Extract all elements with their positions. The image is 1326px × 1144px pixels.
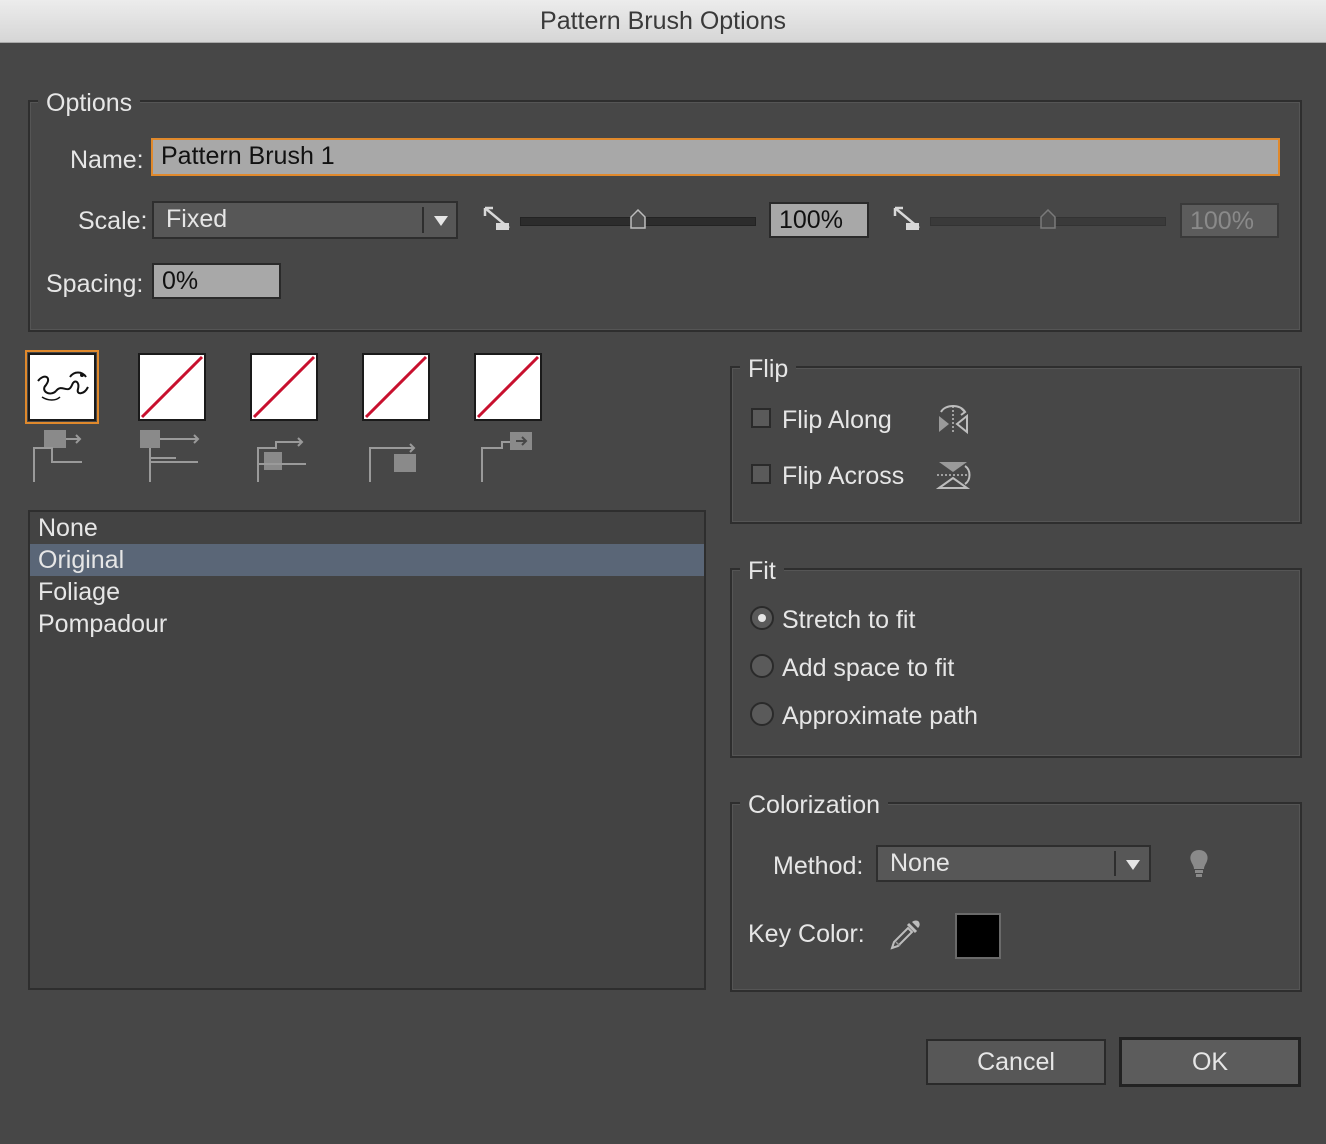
scale-min-slider-thumb[interactable] xyxy=(630,209,646,229)
scale-max-icon xyxy=(893,206,920,230)
method-select[interactable]: None xyxy=(876,845,1151,882)
eyedropper-icon[interactable] xyxy=(888,918,922,952)
list-item[interactable]: None xyxy=(30,512,704,544)
flip-group xyxy=(730,366,1302,524)
scale-select[interactable]: Fixed xyxy=(152,201,458,239)
scale-select-value: Fixed xyxy=(166,205,228,233)
stretch-to-fit-radio[interactable] xyxy=(750,606,774,630)
list-item[interactable]: Original xyxy=(30,544,704,576)
scale-label: Scale: xyxy=(78,207,148,235)
flip-along-checkbox[interactable] xyxy=(751,408,771,428)
method-label: Method: xyxy=(773,852,864,880)
colorization-legend: Colorization xyxy=(740,790,889,820)
method-select-value: None xyxy=(890,849,950,877)
approximate-path-label[interactable]: Approximate path xyxy=(782,701,978,731)
lightbulb-tips-icon[interactable] xyxy=(1186,848,1212,880)
cancel-button[interactable]: Cancel xyxy=(926,1039,1106,1085)
key-color-label: Key Color: xyxy=(748,920,865,948)
side-tile[interactable] xyxy=(25,350,99,424)
pattern-list[interactable]: None Original Foliage Pompadour xyxy=(28,510,706,990)
flip-legend: Flip xyxy=(740,354,797,384)
approximate-path-radio[interactable] xyxy=(750,702,774,726)
ok-button[interactable]: OK xyxy=(1119,1037,1301,1087)
add-space-to-fit-label[interactable]: Add space to fit xyxy=(782,653,954,683)
flip-along-icon xyxy=(939,405,968,435)
chevron-down-icon xyxy=(1126,860,1140,870)
none-slash-icon xyxy=(364,355,428,419)
none-slash-icon xyxy=(252,355,316,419)
scale-min-icon xyxy=(483,206,510,230)
fit-legend: Fit xyxy=(740,556,784,586)
spacing-input[interactable]: 0% xyxy=(152,263,281,299)
name-input[interactable]: Pattern Brush 1 xyxy=(151,138,1280,176)
scale-max-slider-thumb xyxy=(1040,209,1056,229)
add-space-to-fit-radio[interactable] xyxy=(750,654,774,678)
start-tile[interactable] xyxy=(362,353,430,421)
flip-along-label[interactable]: Flip Along xyxy=(782,405,892,435)
name-label: Name: xyxy=(70,146,144,174)
window-title: Pattern Brush Options xyxy=(0,0,1326,43)
end-position-icon xyxy=(481,432,532,482)
chevron-down-icon xyxy=(434,216,448,226)
scale-min-input[interactable]: 100% xyxy=(769,202,869,238)
colorization-group xyxy=(730,802,1302,992)
spacing-label: Spacing: xyxy=(46,270,144,298)
start-position-icon xyxy=(369,443,416,482)
list-item[interactable]: Foliage xyxy=(30,576,704,608)
inner-corner-position-icon xyxy=(257,437,306,482)
outer-corner-tile[interactable] xyxy=(138,353,206,421)
options-legend: Options xyxy=(38,88,141,118)
key-color-swatch[interactable] xyxy=(955,913,1001,959)
flip-across-label[interactable]: Flip Across xyxy=(782,461,904,491)
none-slash-icon xyxy=(140,355,204,419)
none-slash-icon xyxy=(476,355,540,419)
side-tile-position-icon xyxy=(33,430,82,482)
end-tile[interactable] xyxy=(474,353,542,421)
list-item[interactable]: Pompadour xyxy=(30,608,704,640)
flip-across-icon xyxy=(935,462,971,489)
flip-across-checkbox[interactable] xyxy=(751,464,771,484)
outer-corner-position-icon xyxy=(140,430,200,482)
squiggle-pattern-icon xyxy=(37,371,89,401)
inner-corner-tile[interactable] xyxy=(250,353,318,421)
stretch-to-fit-label[interactable]: Stretch to fit xyxy=(782,605,915,635)
scale-max-input: 100% xyxy=(1180,203,1279,238)
